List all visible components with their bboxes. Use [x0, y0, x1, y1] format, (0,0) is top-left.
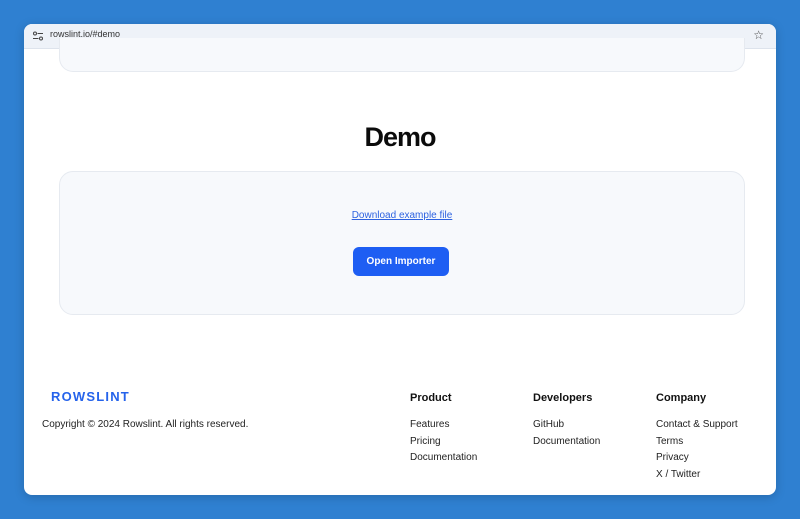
demo-card: Download example file Open Importer: [59, 171, 745, 315]
site-settings-icon[interactable]: [32, 30, 44, 42]
footer-column-title: Product: [410, 392, 452, 404]
footer-link-terms[interactable]: Terms: [656, 434, 776, 451]
footer-link-privacy[interactable]: Privacy: [656, 450, 776, 467]
footer-link-x-twitter[interactable]: X / Twitter: [656, 467, 776, 484]
download-example-link[interactable]: Download example file: [60, 210, 744, 221]
footer-link-documentation[interactable]: Documentation: [410, 450, 530, 467]
demo-heading: Demo: [364, 122, 436, 152]
footer-column-product: Product Features Pricing Documentation: [410, 392, 530, 467]
copyright-text: Copyright © 2024 Rowslint. All rights re…: [42, 419, 249, 430]
browser-window: rowslint.io/#demo ☆ Demo Download exampl…: [24, 24, 776, 495]
footer-link-documentation[interactable]: Documentation: [533, 434, 653, 451]
previous-section-card: [59, 38, 745, 72]
footer-column-title: Company: [656, 392, 707, 404]
footer-column-title: Developers: [533, 392, 593, 404]
footer-column-company: Company Contact & Support Terms Privacy …: [656, 392, 776, 484]
open-importer-button[interactable]: Open Importer: [353, 247, 449, 276]
footer-column-developers: Developers GitHub Documentation: [533, 392, 653, 450]
footer-link-pricing[interactable]: Pricing: [410, 434, 530, 451]
footer-link-features[interactable]: Features: [410, 417, 530, 434]
footer-link-contact-support[interactable]: Contact & Support: [656, 417, 776, 434]
bookmark-star-icon[interactable]: ☆: [753, 28, 764, 42]
footer-link-github[interactable]: GitHub: [533, 417, 653, 434]
footer-logo[interactable]: ROWSLINT: [51, 389, 130, 404]
